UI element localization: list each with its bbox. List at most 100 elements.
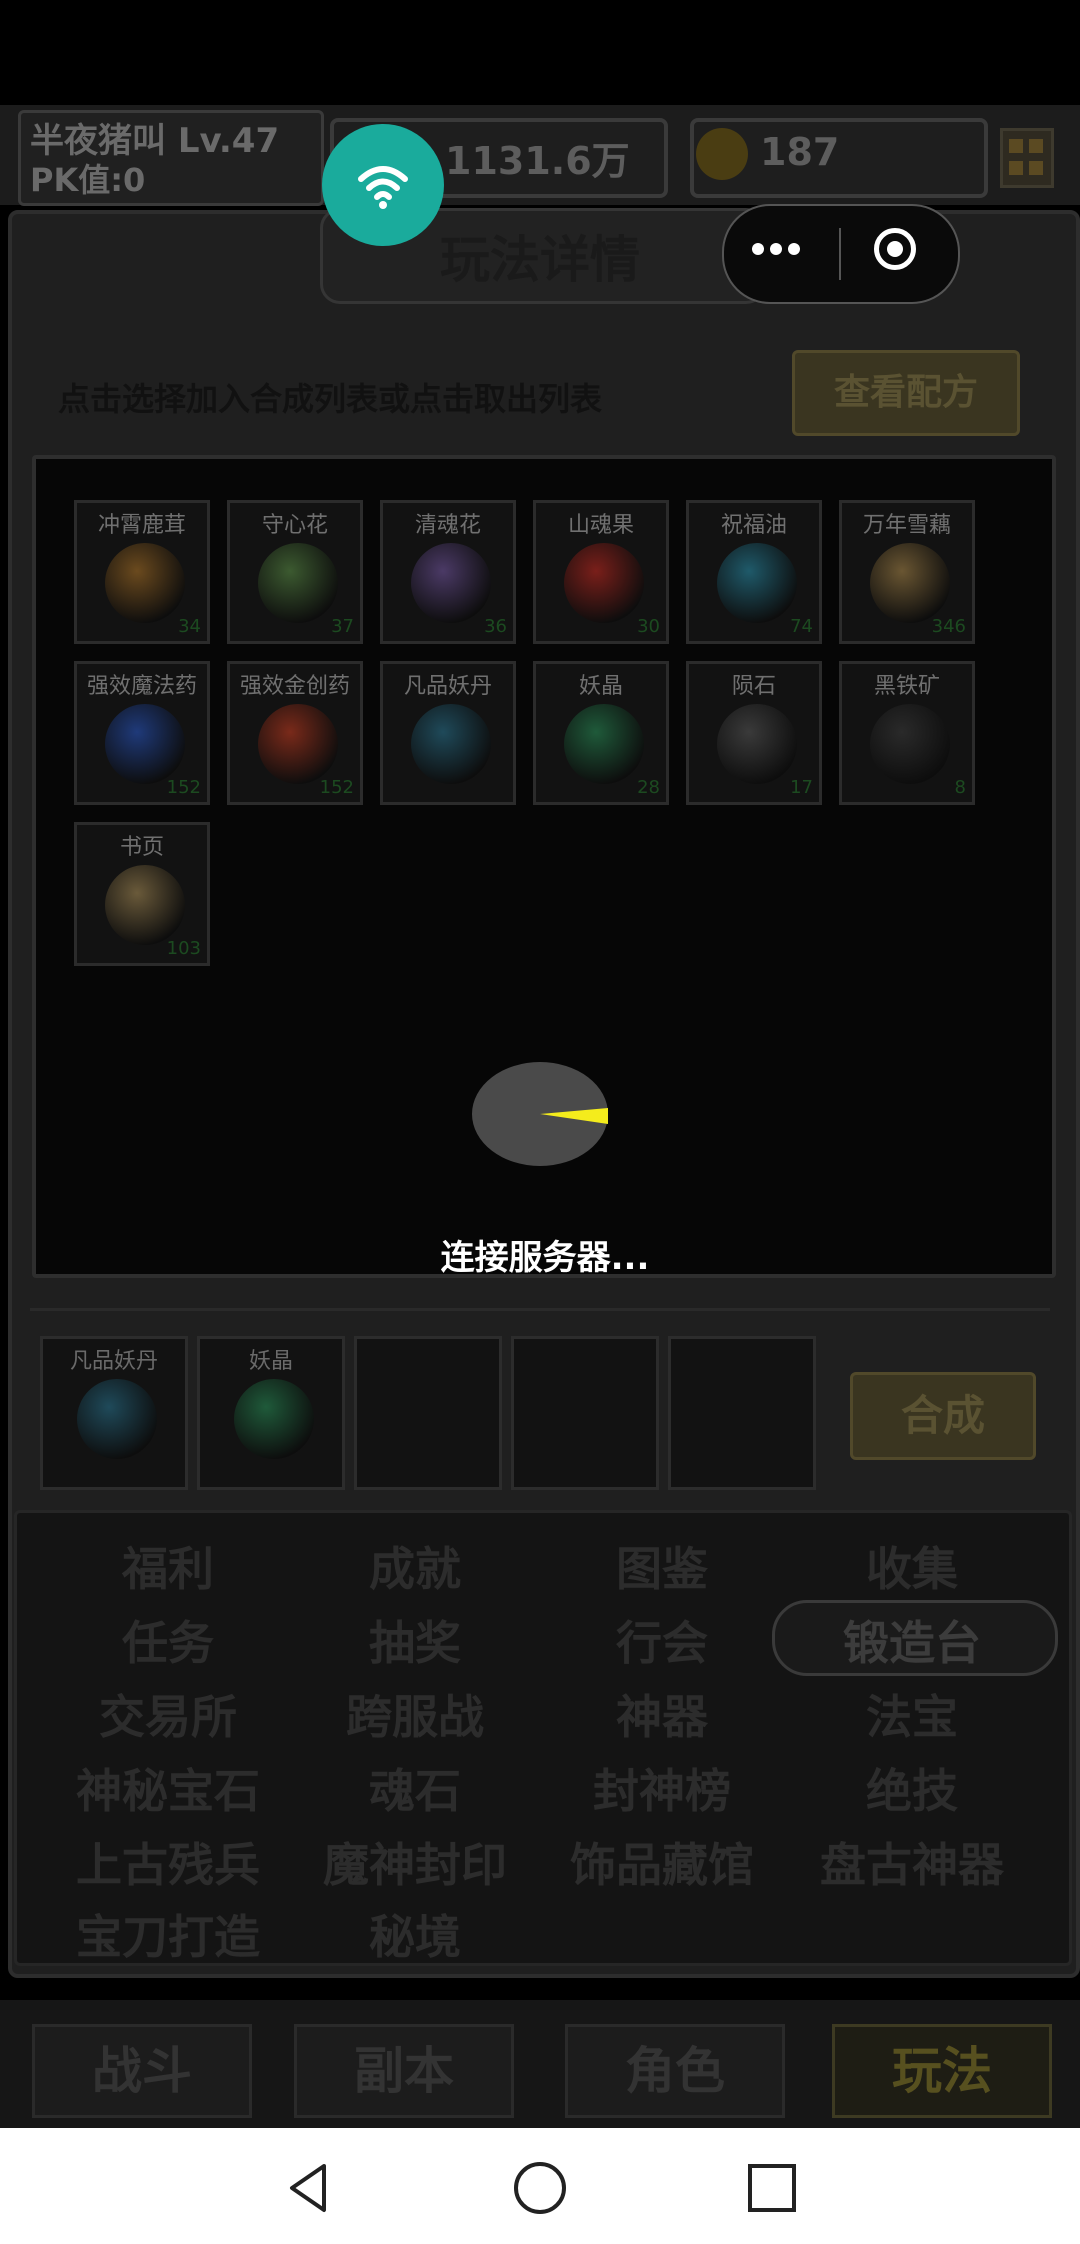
item-count: 74 (790, 616, 813, 637)
tab-2[interactable]: 角色 (565, 2024, 785, 2118)
item-icon (870, 543, 950, 623)
item-name: 书页 (119, 835, 164, 860)
menu-item[interactable]: 跨服战 (290, 1681, 540, 1747)
loading-text: 连接服务器... (440, 1238, 650, 1278)
menu-item[interactable]: 盘古神器 (787, 1829, 1037, 1895)
recents-nav-icon[interactable] (744, 2160, 800, 2216)
inventory-item[interactable]: 清魂花 36 (380, 500, 516, 644)
inventory-item[interactable]: 万年雪藕 346 (839, 500, 975, 644)
empty-slot[interactable] (511, 1336, 659, 1490)
inventory-item[interactable]: 妖晶 28 (533, 661, 669, 805)
tab-0[interactable]: 战斗 (32, 2024, 252, 2118)
inventory-item[interactable]: 凡品妖丹 (380, 661, 516, 805)
menu-item[interactable]: 任务 (43, 1607, 293, 1673)
menu-item[interactable]: 成就 (290, 1533, 540, 1599)
item-name: 清魂花 (414, 513, 481, 538)
menu-item[interactable]: 收集 (787, 1533, 1037, 1599)
menu-item[interactable]: 魔神封印 (290, 1829, 540, 1895)
menu-item[interactable]: 法宝 (787, 1681, 1037, 1747)
tab-3[interactable]: 玩法 (832, 2024, 1052, 2118)
item-icon (105, 704, 185, 784)
item-name: 妖晶 (578, 674, 623, 699)
inventory-item[interactable]: 守心花 37 (227, 500, 363, 644)
empty-slot[interactable] (354, 1336, 502, 1490)
menu-item[interactable]: 图鉴 (537, 1533, 787, 1599)
close-miniprogram-icon[interactable] (874, 228, 916, 270)
item-icon (411, 704, 491, 784)
item-count: 34 (178, 616, 201, 637)
menu-item[interactable]: 交易所 (43, 1681, 293, 1747)
selected-slot[interactable]: 凡品妖丹 (40, 1336, 188, 1490)
item-icon (258, 543, 338, 623)
item-count: 152 (319, 777, 354, 798)
item-name: 强效金创药 (239, 674, 350, 699)
item-name: 山魂果 (567, 513, 634, 538)
empty-slot[interactable] (668, 1336, 816, 1490)
android-nav-bar (0, 2128, 1080, 2244)
menu-item[interactable]: 锻造台 (787, 1607, 1037, 1673)
coin-amount: 1131.6万 (445, 139, 630, 183)
wifi-icon (358, 166, 408, 209)
menu-grid-button[interactable] (1000, 128, 1054, 188)
item-icon (717, 704, 797, 784)
slot-item-icon (234, 1379, 314, 1459)
item-count: 36 (484, 616, 507, 637)
menu-item[interactable]: 宝刀打造 (43, 1901, 293, 1967)
item-count: 28 (637, 777, 660, 798)
tab-1[interactable]: 副本 (294, 2024, 514, 2118)
more-options-icon[interactable] (752, 240, 806, 259)
loading-spinner (472, 1062, 608, 1166)
view-recipe-button[interactable]: 查看配方 (792, 350, 1020, 436)
item-icon (564, 543, 644, 623)
menu-item[interactable]: 上古残兵 (43, 1829, 293, 1895)
selected-slot[interactable]: 妖晶 (197, 1336, 345, 1490)
menu-item[interactable]: 绝技 (787, 1755, 1037, 1821)
inventory-item[interactable]: 祝福油 74 (686, 500, 822, 644)
item-name: 陨石 (731, 674, 776, 699)
item-count: 346 (931, 616, 966, 637)
menu-item[interactable]: 秘境 (290, 1901, 540, 1967)
item-name: 守心花 (261, 513, 328, 538)
gold-amount: 187 (760, 130, 840, 174)
item-icon (564, 704, 644, 784)
slot-item-name: 凡品妖丹 (69, 1349, 158, 1374)
item-count: 37 (331, 616, 354, 637)
item-count: 8 (954, 777, 966, 798)
back-nav-icon[interactable] (280, 2160, 336, 2216)
item-count: 17 (790, 777, 813, 798)
menu-item[interactable]: 福利 (43, 1533, 293, 1599)
menu-item[interactable]: 魂石 (290, 1755, 540, 1821)
menu-item[interactable]: 抽奖 (290, 1607, 540, 1673)
menu-item[interactable]: 神器 (537, 1681, 787, 1747)
inventory-item[interactable]: 陨石 17 (686, 661, 822, 805)
item-icon (258, 704, 338, 784)
gold-ingot-icon (696, 128, 748, 180)
instruction-text: 点击选择加入合成列表或点击取出列表 (58, 380, 603, 418)
item-name: 冲霄鹿茸 (97, 513, 186, 538)
inventory-item[interactable]: 强效金创药 152 (227, 661, 363, 805)
slot-item-icon (77, 1379, 157, 1459)
item-name: 黑铁矿 (873, 674, 940, 699)
menu-item[interactable]: 封神榜 (537, 1755, 787, 1821)
menu-item[interactable]: 神秘宝石 (43, 1755, 293, 1821)
page-title: 玩法详情 (440, 231, 640, 289)
inventory-item[interactable]: 黑铁矿 8 (839, 661, 975, 805)
item-icon (105, 543, 185, 623)
item-name: 强效魔法药 (86, 674, 197, 699)
item-name: 凡品妖丹 (403, 674, 492, 699)
item-icon (411, 543, 491, 623)
item-icon (870, 704, 950, 784)
item-icon (717, 543, 797, 623)
wifi-float-button[interactable] (322, 124, 444, 246)
item-name: 祝福油 (720, 513, 787, 538)
item-count: 152 (166, 777, 201, 798)
item-count: 30 (637, 616, 660, 637)
inventory-item[interactable]: 书页 103 (74, 822, 210, 966)
menu-item[interactable]: 行会 (537, 1607, 787, 1673)
menu-item[interactable]: 饰品藏馆 (537, 1829, 787, 1895)
inventory-item[interactable]: 山魂果 30 (533, 500, 669, 644)
combine-button[interactable]: 合成 (850, 1372, 1036, 1460)
inventory-item[interactable]: 冲霄鹿茸 34 (74, 500, 210, 644)
inventory-item[interactable]: 强效魔法药 152 (74, 661, 210, 805)
home-nav-icon[interactable] (512, 2160, 568, 2216)
